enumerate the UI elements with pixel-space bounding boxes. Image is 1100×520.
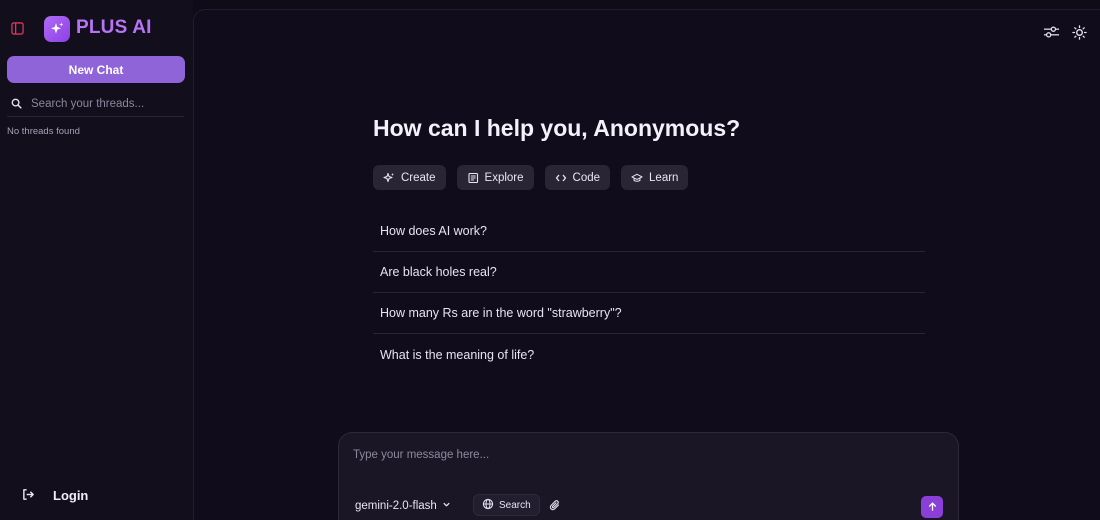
suggestion-item[interactable]: What is the meaning of life? — [373, 334, 925, 375]
sidebar-toggle-icon[interactable] — [9, 20, 25, 36]
create-button[interactable]: Create — [373, 165, 446, 190]
chevron-down-icon — [442, 500, 451, 512]
greeting-title: How can I help you, Anonymous? — [373, 115, 741, 141]
sidebar-header: PLUS AI — [0, 0, 193, 56]
sidebar: PLUS AI New Chat No threads found Login — [0, 0, 193, 520]
suggestion-item[interactable]: How does AI work? — [373, 211, 925, 252]
suggestion-item[interactable]: Are black holes real? — [373, 252, 925, 293]
sparkles-icon — [383, 172, 395, 184]
create-label: Create — [401, 171, 436, 184]
app-logo-text: PLUS AI — [76, 17, 152, 38]
sliders-icon[interactable] — [1042, 23, 1060, 41]
message-input[interactable] — [353, 449, 933, 461]
learn-label: Learn — [649, 171, 679, 184]
learn-button[interactable]: Learn — [621, 165, 689, 190]
suggestion-item[interactable]: How many Rs are in the word "strawberry"… — [373, 293, 925, 334]
chat-main: How can I help you, Anonymous? Create Ex… — [193, 9, 1100, 520]
sun-icon[interactable] — [1070, 23, 1088, 41]
search-icon — [11, 98, 23, 110]
explore-button[interactable]: Explore — [456, 165, 534, 190]
web-search-label: Search — [499, 499, 531, 511]
model-name: gemini-2.0-flash — [355, 500, 437, 512]
thread-search-input[interactable] — [31, 98, 181, 110]
login-button[interactable]: Login — [22, 484, 88, 506]
paperclip-icon[interactable] — [546, 496, 564, 514]
code-label: Code — [572, 171, 601, 184]
model-selector[interactable]: gemini-2.0-flash — [355, 496, 451, 516]
code-icon — [555, 172, 567, 184]
graduation-cap-icon — [631, 172, 643, 184]
login-label: Login — [53, 487, 89, 503]
thread-search — [7, 92, 184, 117]
new-chat-button[interactable]: New Chat — [7, 56, 185, 83]
app-window: PLUS AI New Chat No threads found Login — [0, 0, 1100, 520]
message-composer: gemini-2.0-flash Search — [338, 432, 959, 520]
arrow-up-icon — [927, 500, 938, 515]
login-icon — [22, 488, 36, 502]
globe-icon — [482, 498, 494, 513]
sparkles-icon — [44, 16, 70, 42]
send-button[interactable] — [921, 496, 943, 518]
code-button[interactable]: Code — [544, 165, 611, 190]
web-search-toggle[interactable]: Search — [473, 494, 540, 516]
suggestion-list: How does AI work? Are black holes real? … — [373, 211, 925, 375]
newspaper-icon — [467, 172, 479, 184]
threads-empty-state: No threads found — [7, 126, 80, 137]
header-actions — [1042, 23, 1088, 41]
quick-actions: Create Explore Code Learn — [373, 165, 689, 190]
explore-label: Explore — [484, 171, 524, 184]
